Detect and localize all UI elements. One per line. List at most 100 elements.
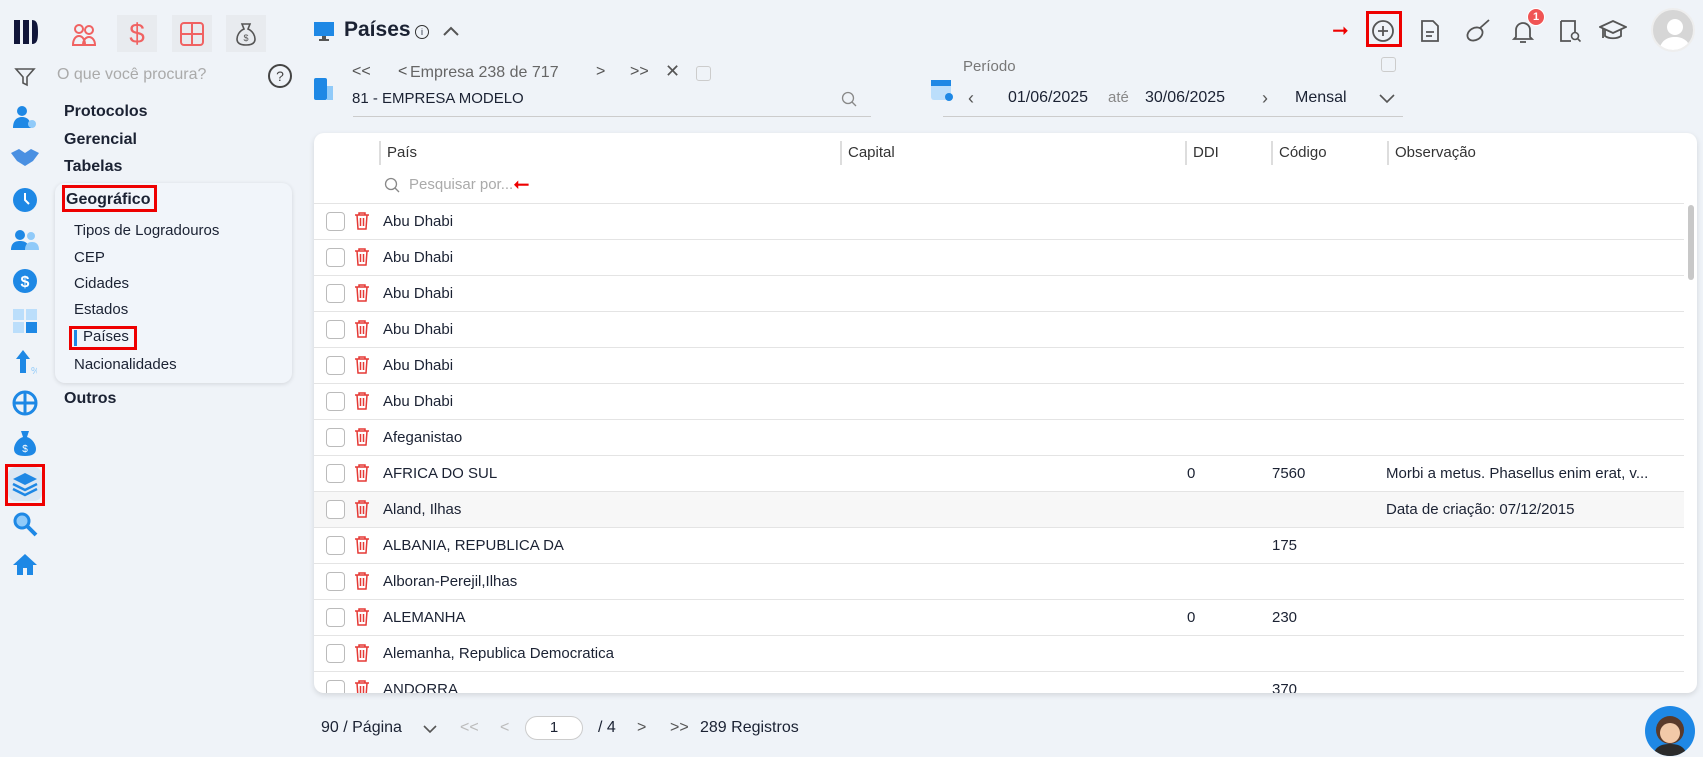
info-icon[interactable]: i xyxy=(415,25,429,39)
chevron-up-icon[interactable] xyxy=(440,20,462,42)
period-mode-select[interactable]: Mensal xyxy=(1295,89,1347,107)
column-header-capital[interactable]: Capital xyxy=(840,141,895,165)
table-row[interactable]: Abu Dhabi xyxy=(314,311,1684,347)
first-page-button[interactable]: << xyxy=(460,719,479,737)
chevron-down-icon[interactable] xyxy=(1378,90,1396,108)
row-checkbox[interactable] xyxy=(326,428,345,447)
graduation-cap-icon[interactable] xyxy=(1596,14,1630,48)
next-company-button[interactable]: > xyxy=(596,63,605,81)
filter-icon[interactable] xyxy=(8,60,42,94)
delete-icon[interactable] xyxy=(354,679,370,693)
row-checkbox[interactable] xyxy=(326,680,345,693)
delete-icon[interactable] xyxy=(354,355,370,379)
row-checkbox[interactable] xyxy=(326,356,345,375)
period-to[interactable]: 30/06/2025 xyxy=(1145,89,1225,107)
row-checkbox[interactable] xyxy=(326,320,345,339)
prev-page-button[interactable]: < xyxy=(500,719,509,737)
company-checkbox[interactable] xyxy=(696,66,711,81)
row-checkbox[interactable] xyxy=(326,284,345,303)
table-row[interactable]: Afeganistao xyxy=(314,419,1684,455)
document-icon[interactable] xyxy=(1413,14,1447,48)
table-row[interactable]: ALBANIA, REPUBLICA DA 175 xyxy=(314,527,1684,563)
people-tab[interactable] xyxy=(64,15,104,52)
table-row[interactable]: ANDORRA 370 xyxy=(314,671,1684,693)
delete-icon[interactable] xyxy=(354,211,370,235)
search-document-icon[interactable] xyxy=(1553,14,1587,48)
table-row[interactable]: Abu Dhabi xyxy=(314,275,1684,311)
calculator-icon[interactable] xyxy=(8,304,42,338)
calculator-tab[interactable] xyxy=(172,15,212,52)
page-input[interactable]: 1 xyxy=(525,716,583,740)
delete-icon[interactable] xyxy=(354,427,370,451)
table-row[interactable]: Abu Dhabi xyxy=(314,383,1684,419)
table-row[interactable]: AFRICA DO SUL 0 7560 Morbi a metus. Phas… xyxy=(314,455,1684,491)
next-period-button[interactable]: › xyxy=(1262,88,1268,109)
row-checkbox[interactable] xyxy=(326,212,345,231)
clock-icon[interactable] xyxy=(8,183,42,217)
table-row[interactable]: ALEMANHA 0 230 xyxy=(314,599,1684,635)
scrollbar[interactable] xyxy=(1688,205,1694,280)
money-bag-tab[interactable]: $ xyxy=(226,15,266,52)
delete-icon[interactable] xyxy=(354,499,370,523)
user-avatar[interactable] xyxy=(1651,8,1695,52)
delete-icon[interactable] xyxy=(354,643,370,667)
submenu-nacionalidades[interactable]: Nacionalidades xyxy=(74,356,177,373)
delete-icon[interactable] xyxy=(354,463,370,487)
clear-company-button[interactable]: ✕ xyxy=(665,61,680,82)
next-page-button[interactable]: > xyxy=(637,719,646,737)
money-bag-icon[interactable]: $ xyxy=(8,426,42,460)
delete-icon[interactable] xyxy=(354,571,370,595)
row-checkbox[interactable] xyxy=(326,248,345,267)
submenu-cep[interactable]: CEP xyxy=(74,249,105,266)
upload-percent-icon[interactable]: % xyxy=(8,345,42,379)
delete-icon[interactable] xyxy=(354,283,370,307)
table-row[interactable]: Alemanha, Republica Democratica xyxy=(314,635,1684,671)
user-settings-icon[interactable] xyxy=(8,101,42,135)
column-header-pais[interactable]: País xyxy=(379,141,417,165)
submenu-estados[interactable]: Estados xyxy=(74,301,128,318)
column-header-ddi[interactable]: DDI xyxy=(1185,141,1219,165)
period-checkbox[interactable] xyxy=(1381,57,1396,72)
delete-icon[interactable] xyxy=(354,535,370,559)
table-row[interactable]: Abu Dhabi xyxy=(314,203,1684,239)
row-checkbox[interactable] xyxy=(326,536,345,555)
table-search-input[interactable]: Pesquisar por... xyxy=(409,176,513,193)
prev-period-button[interactable]: ‹ xyxy=(968,88,974,109)
submenu-cidades[interactable]: Cidades xyxy=(74,275,129,292)
row-checkbox[interactable] xyxy=(326,500,345,519)
delete-icon[interactable] xyxy=(354,247,370,271)
column-header-codigo[interactable]: Código xyxy=(1271,141,1327,165)
table-row[interactable]: Abu Dhabi xyxy=(314,347,1684,383)
finance-tab[interactable]: $ xyxy=(117,15,157,52)
chevron-down-icon[interactable] xyxy=(422,722,438,736)
row-checkbox[interactable] xyxy=(326,464,345,483)
assistant-avatar[interactable] xyxy=(1645,706,1695,756)
period-from[interactable]: 01/06/2025 xyxy=(1008,89,1088,107)
dollar-icon[interactable]: $ xyxy=(8,264,42,298)
menu-outros[interactable]: Outros xyxy=(64,390,116,408)
home-icon[interactable] xyxy=(8,547,42,581)
search-icon[interactable] xyxy=(8,507,42,541)
handshake-icon[interactable] xyxy=(8,140,42,174)
users-icon[interactable] xyxy=(8,223,42,257)
row-checkbox[interactable] xyxy=(326,392,345,411)
last-page-button[interactable]: >> xyxy=(670,719,689,737)
last-company-button[interactable]: >> xyxy=(630,63,649,81)
menu-gerencial[interactable]: Gerencial xyxy=(64,131,137,149)
row-checkbox[interactable] xyxy=(326,572,345,591)
row-checkbox[interactable] xyxy=(326,644,345,663)
table-row[interactable]: Alboran-Perejil,Ilhas xyxy=(314,563,1684,599)
menu-protocolos[interactable]: Protocolos xyxy=(64,103,148,121)
delete-icon[interactable] xyxy=(354,319,370,343)
company-search-icon[interactable] xyxy=(840,90,858,108)
broom-icon[interactable] xyxy=(1461,14,1495,48)
delete-icon[interactable] xyxy=(354,391,370,415)
prev-company-button[interactable]: < xyxy=(398,63,407,81)
delete-icon[interactable] xyxy=(354,607,370,631)
row-checkbox[interactable] xyxy=(326,608,345,627)
column-header-observacao[interactable]: Observação xyxy=(1387,141,1476,165)
table-row[interactable]: Aland, Ilhas Data de criação: 07/12/2015 xyxy=(314,491,1684,527)
first-company-button[interactable]: << xyxy=(352,63,371,81)
submenu-tipos-logradouros[interactable]: Tipos de Logradouros xyxy=(74,222,219,239)
menu-tabelas[interactable]: Tabelas xyxy=(64,158,122,176)
